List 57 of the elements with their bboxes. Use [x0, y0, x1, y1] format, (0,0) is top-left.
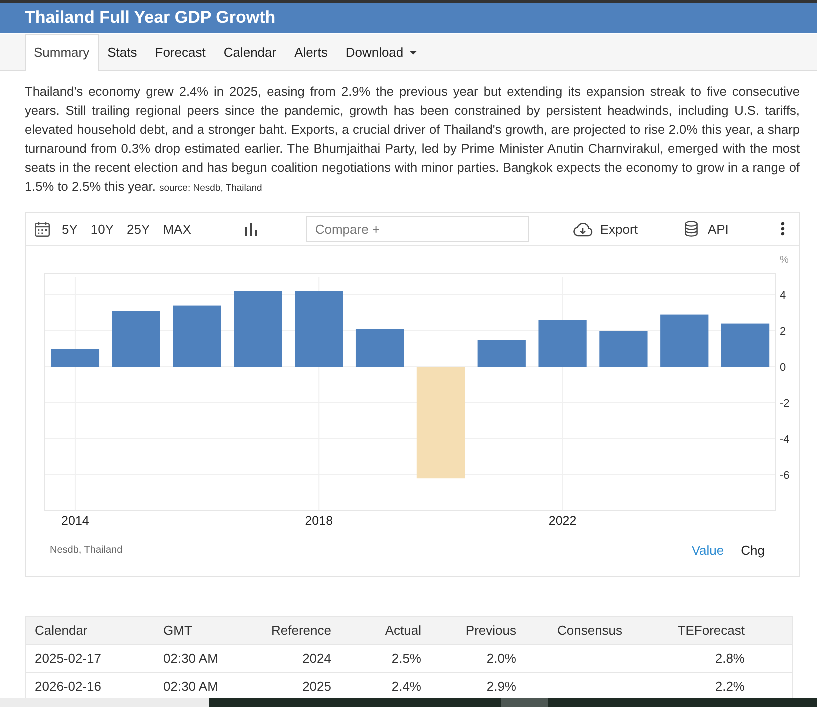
table-cell: 2025-02-17 [26, 644, 156, 672]
y-tick-label: 0 [780, 362, 786, 374]
column-header: Consensus [526, 616, 656, 644]
database-icon [684, 221, 698, 237]
calendar-icon[interactable] [35, 222, 50, 236]
column-header: Calendar [26, 616, 156, 644]
chart-bar [173, 306, 222, 367]
api-button[interactable]: API [684, 221, 729, 237]
table-cell: 02:30 AM [156, 644, 250, 672]
column-header: TEForecast [656, 616, 792, 644]
chart-bar [600, 331, 648, 367]
caret-icon [410, 50, 417, 54]
range-button[interactable]: MAX [163, 222, 192, 236]
y-tick-label: -4 [780, 434, 790, 446]
cloud-download-icon [573, 222, 594, 236]
compare-field[interactable]: Compare + [306, 216, 530, 242]
view-link[interactable]: Value [692, 542, 724, 558]
chart-bar [721, 324, 770, 367]
chart-bar [538, 320, 587, 367]
chart-bar [478, 340, 526, 367]
nav-tab[interactable]: Alerts [286, 34, 337, 70]
bar-chart-icon[interactable] [245, 222, 258, 236]
column-header: Reference [250, 616, 340, 644]
summary-paragraph: Thailand’s economy grew 2.4% in 2025, easing from 2.9% the previous year but extending its expansion streak to five consecutive years. Still trailing regional peers since the pandemic, growth has been constrained by persistent headwinds, including U.S. tariffs, elevated household debt, and a stronger baht. Exports, a crucial driver of Thailand's growth, are projected to rise 2.0% this year, a sharp turnaround from 0.3% drop estimated earlier. The Bhumjaithai Party, led by Prime Minister Anutin Charnvirakul, emerged with the most seats in the recent election and has begun coalition negotiations with minor parties. Bangkok expects the economy to grow in a range of 1.5% to 2.5% this year. source: Nesdb, Thailand [25, 83, 800, 196]
x-tick-label: 2014 [62, 514, 90, 528]
export-button[interactable]: Export [573, 222, 638, 236]
chart-bar [112, 311, 160, 367]
x-tick-label: 2022 [548, 514, 577, 528]
more-button[interactable] [781, 222, 785, 236]
range-button[interactable]: 25Y [127, 222, 150, 236]
y-tick-label: 2 [780, 326, 786, 338]
nav-tab[interactable]: Download [336, 34, 426, 70]
column-header: Previous [430, 616, 526, 644]
chart-bar [660, 314, 709, 367]
vertical-dots-icon [781, 222, 785, 236]
y-axis-title: % [780, 255, 789, 266]
nav-tab[interactable]: Summary [25, 34, 99, 71]
nav-tab[interactable]: Stats [98, 34, 146, 70]
nav-tab[interactable]: Forecast [146, 34, 215, 70]
table-cell: 2024 [250, 644, 340, 672]
nav-tab[interactable]: Calendar [214, 34, 286, 70]
table-cell: 2.5% [340, 644, 430, 672]
chart-bar [356, 329, 404, 367]
chart-source: Nesdb, Thailand [50, 544, 123, 556]
y-tick-label: 4 [780, 290, 786, 302]
range-button[interactable]: 5Y [62, 222, 78, 236]
range-button[interactable]: 10Y [90, 222, 114, 236]
column-header: Actual [340, 616, 430, 644]
y-tick-label: -2 [780, 398, 790, 410]
view-link[interactable]: Chg [741, 542, 765, 558]
y-tick-label: -6 [780, 470, 790, 482]
page-title: Thailand Full Year GDP Growth [25, 8, 276, 28]
chart-bar [51, 349, 100, 367]
column-header: GMT [156, 616, 250, 644]
table-cell: 2.8% [656, 644, 792, 672]
x-tick-label: 2018 [305, 514, 334, 528]
table-cell: 2.0% [430, 644, 526, 672]
